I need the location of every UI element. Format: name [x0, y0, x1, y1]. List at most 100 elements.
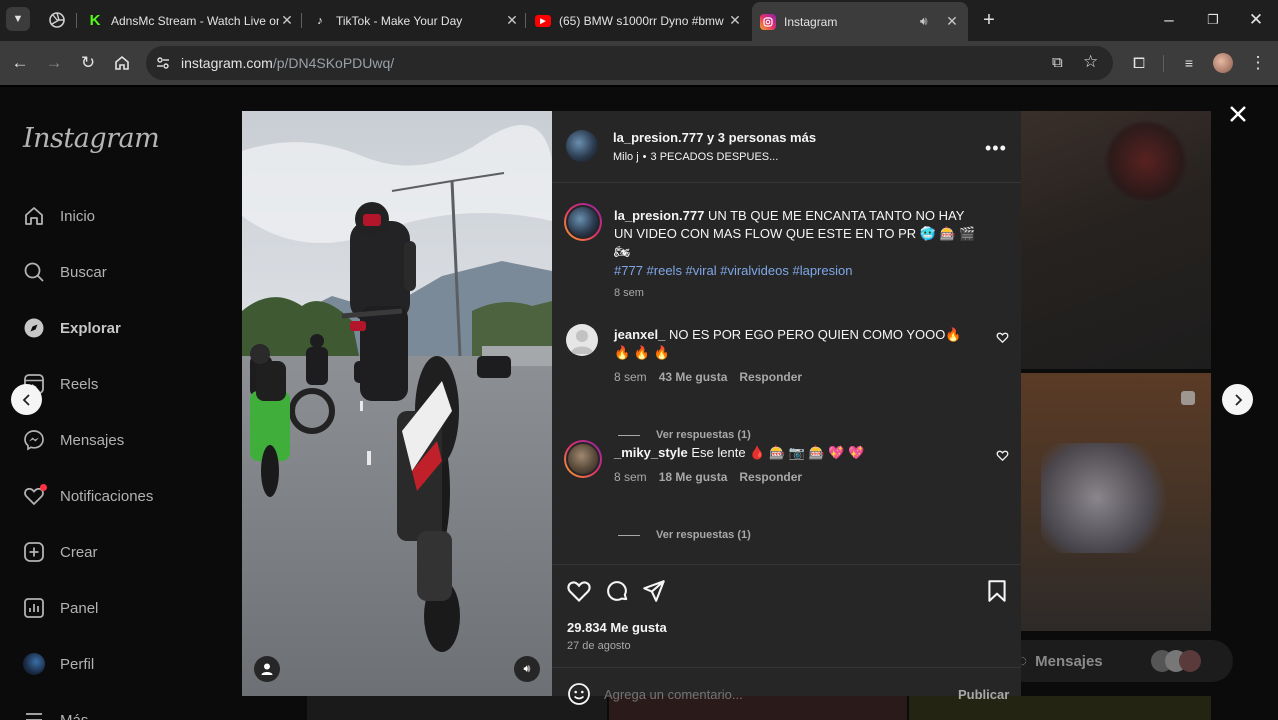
comment-username[interactable]: _miky_style	[614, 445, 688, 460]
caption-timestamp[interactable]: 8 sem	[614, 287, 644, 299]
avatar[interactable]	[566, 130, 598, 162]
sidebar-item-label: Mensajes	[60, 431, 125, 449]
speaker-icon[interactable]: 🔊︎	[920, 14, 938, 29]
comment: jeanxel_ NO ES POR EGO PERO QUIEN COMO Y…	[614, 326, 974, 362]
emoji-icon[interactable]	[567, 682, 591, 711]
sidebar-item-crear[interactable]: Crear	[22, 537, 98, 567]
tab-instagram[interactable]: Instagram 🔊︎ ✕	[752, 2, 968, 41]
comment-time[interactable]: 8 sem	[614, 470, 647, 484]
sidebar-item-label: Reels	[60, 375, 99, 393]
tab-title: AdnsMc Stream - Watch Live on	[111, 13, 279, 28]
save-bookmark-icon[interactable]	[984, 578, 1010, 604]
back-icon[interactable]: ←	[7, 50, 33, 76]
site-info-icon[interactable]	[154, 54, 172, 72]
like-icon[interactable]	[566, 578, 592, 604]
minimize-icon[interactable]: –	[1156, 7, 1182, 33]
post-author-username[interactable]: la_presion.777	[613, 130, 703, 145]
plus-square-icon	[22, 540, 46, 564]
post-video[interactable]: 🔊︎	[242, 111, 552, 696]
close-tab-icon[interactable]: ✕	[727, 12, 743, 29]
sidebar-item-buscar[interactable]: Buscar	[22, 257, 107, 287]
reply-button[interactable]: Responder	[739, 470, 802, 484]
reply-button[interactable]: Responder	[739, 370, 802, 384]
sidebar-item-explorar[interactable]: Explorar	[22, 313, 121, 343]
reply-line	[618, 534, 640, 536]
media-control-icon[interactable]: ≡	[1176, 50, 1202, 76]
post-caption: la_presion.777 UN TB QUE ME ENCANTA TANT…	[614, 207, 984, 261]
post-date[interactable]: 27 de agosto	[567, 640, 631, 652]
tab-tiktok[interactable]: ♪ TikTok - Make Your Day ✕	[312, 4, 520, 37]
extensions-icon[interactable]: ⧠	[1126, 50, 1152, 76]
bookmark-star-icon[interactable]: ☆	[1083, 52, 1098, 72]
sidebar-item-perfil[interactable]: Perfil	[22, 649, 94, 679]
tab-kick[interactable]: K AdnsMc Stream - Watch Live on ✕	[87, 4, 295, 37]
post-hashtags[interactable]: #777 #reels #viral #viralvideos #lapresi…	[614, 263, 852, 278]
forward-icon[interactable]: →	[41, 50, 67, 76]
previous-post-button[interactable]	[11, 384, 42, 415]
explore-tile[interactable]	[1021, 111, 1211, 369]
avatar[interactable]	[564, 203, 602, 241]
publish-button[interactable]: Publicar	[958, 687, 1009, 702]
sidebar-item-mensajes[interactable]: Mensajes	[22, 425, 124, 455]
chrome-tab-icon[interactable]	[48, 11, 66, 29]
new-tab-button[interactable]: +	[976, 7, 1002, 33]
post-details-panel: la_presion.777 y 3 personas más Milo j •…	[552, 111, 1021, 705]
tab-title: Instagram	[784, 14, 838, 29]
restore-icon[interactable]: ❐	[1200, 7, 1226, 33]
avatar[interactable]	[566, 324, 598, 356]
sidebar-item-notificaciones[interactable]: Notificaciones	[22, 481, 153, 511]
address-bar[interactable]: instagram.com/p/DN4SKoPDUwq/ ⧉ ☆	[146, 46, 1113, 80]
sidebar-item-mas[interactable]: Más	[22, 705, 88, 720]
divider	[552, 182, 1021, 183]
chrome-menu-icon[interactable]: ⋮	[1245, 50, 1271, 76]
comment-likes[interactable]: 43 Me gusta	[659, 370, 728, 384]
avatar[interactable]	[564, 440, 602, 478]
close-modal-icon[interactable]	[1226, 102, 1250, 131]
close-tab-icon[interactable]: ✕	[944, 13, 960, 30]
home-icon[interactable]	[109, 50, 135, 76]
like-comment-icon[interactable]	[996, 449, 1009, 467]
messenger-icon	[22, 428, 46, 452]
explore-tile[interactable]	[307, 696, 607, 720]
explore-tile[interactable]	[909, 696, 1211, 720]
view-replies-button[interactable]: Ver respuestas (1)	[618, 529, 751, 541]
messages-pill[interactable]: ◌ Mensajes	[1003, 640, 1233, 682]
tab-youtube[interactable]: ▶ (65) BMW s1000rr Dyno #bmw ✕	[535, 4, 743, 37]
close-tab-icon[interactable]: ✕	[504, 12, 520, 29]
notification-dot	[40, 484, 47, 491]
sidebar-item-panel[interactable]: Panel	[22, 593, 98, 623]
comment-likes[interactable]: 18 Me gusta	[659, 470, 728, 484]
share-icon[interactable]	[641, 578, 667, 604]
profile-avatar[interactable]	[1213, 53, 1233, 73]
youtube-icon: ▶	[535, 14, 551, 27]
comment-time[interactable]: 8 sem	[614, 370, 647, 384]
explore-tile[interactable]	[1021, 373, 1211, 631]
comment-icon[interactable]	[604, 578, 630, 604]
view-replies-button[interactable]: Ver respuestas (1)	[618, 429, 751, 441]
comment-text: Ese lente 🩸 🎰 📷 🎰 💖 💖	[691, 445, 865, 460]
sidebar-item-inicio[interactable]: Inicio	[22, 201, 95, 231]
chevron-right-icon	[1234, 393, 1242, 406]
sidebar-item-label: Notificaciones	[60, 487, 154, 505]
close-window-icon[interactable]: ✕	[1243, 7, 1269, 33]
messages-pill-label: Mensajes	[1035, 652, 1103, 670]
sidebar-item-label: Perfil	[60, 655, 95, 673]
caption-username[interactable]: la_presion.777	[614, 208, 704, 223]
instagram-logo[interactable]: Instagram	[23, 123, 160, 154]
likes-count[interactable]: 29.834 Me gusta	[567, 620, 667, 635]
post-audio[interactable]: Milo j • 3 PECADOS DESPUES...	[613, 151, 778, 163]
tab-search-button[interactable]: ▼	[6, 7, 30, 31]
collaborators-text[interactable]: y 3 personas más	[707, 130, 816, 145]
like-comment-icon[interactable]	[996, 331, 1009, 349]
mute-toggle-button[interactable]: 🔊︎	[514, 656, 540, 682]
install-app-icon[interactable]: ⧉	[1052, 54, 1063, 71]
reload-icon[interactable]: ↻	[75, 50, 101, 76]
comment-text: NO ES POR EGO PERO QUIEN COMO YOOO🔥 🔥 🔥 …	[614, 327, 962, 360]
comment-username[interactable]: jeanxel_	[614, 327, 665, 342]
add-comment-input[interactable]	[604, 684, 934, 704]
sidebar-item-label: Panel	[60, 599, 99, 617]
next-post-button[interactable]	[1222, 384, 1253, 415]
more-options-icon[interactable]: •••	[985, 138, 1007, 159]
user-tags-button[interactable]	[254, 656, 280, 682]
close-tab-icon[interactable]: ✕	[279, 12, 295, 29]
